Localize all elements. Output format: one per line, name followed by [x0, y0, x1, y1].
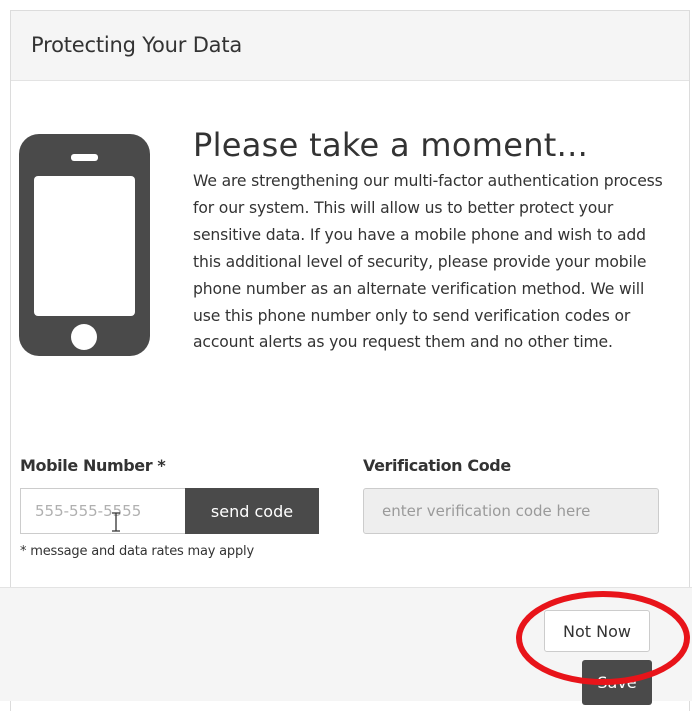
not-now-button[interactable]: Not Now — [544, 610, 650, 652]
verification-code-label: Verification Code — [363, 456, 511, 475]
mobile-phone-icon — [19, 134, 150, 356]
panel-title: Protecting Your Data — [31, 33, 243, 57]
panel-header: Protecting Your Data — [11, 11, 689, 81]
info-paragraph: We are strengthening our multi-factor au… — [193, 172, 663, 352]
rates-note: * message and data rates may apply — [20, 544, 254, 559]
mobile-number-label: Mobile Number * — [20, 456, 166, 475]
page-heading: Please take a moment... — [193, 126, 589, 164]
verification-code-input[interactable] — [363, 488, 659, 534]
mobile-number-input[interactable] — [20, 488, 185, 534]
save-button[interactable]: Save — [582, 660, 652, 705]
send-code-button[interactable]: send code — [185, 488, 319, 534]
text-cursor-icon — [112, 512, 120, 532]
